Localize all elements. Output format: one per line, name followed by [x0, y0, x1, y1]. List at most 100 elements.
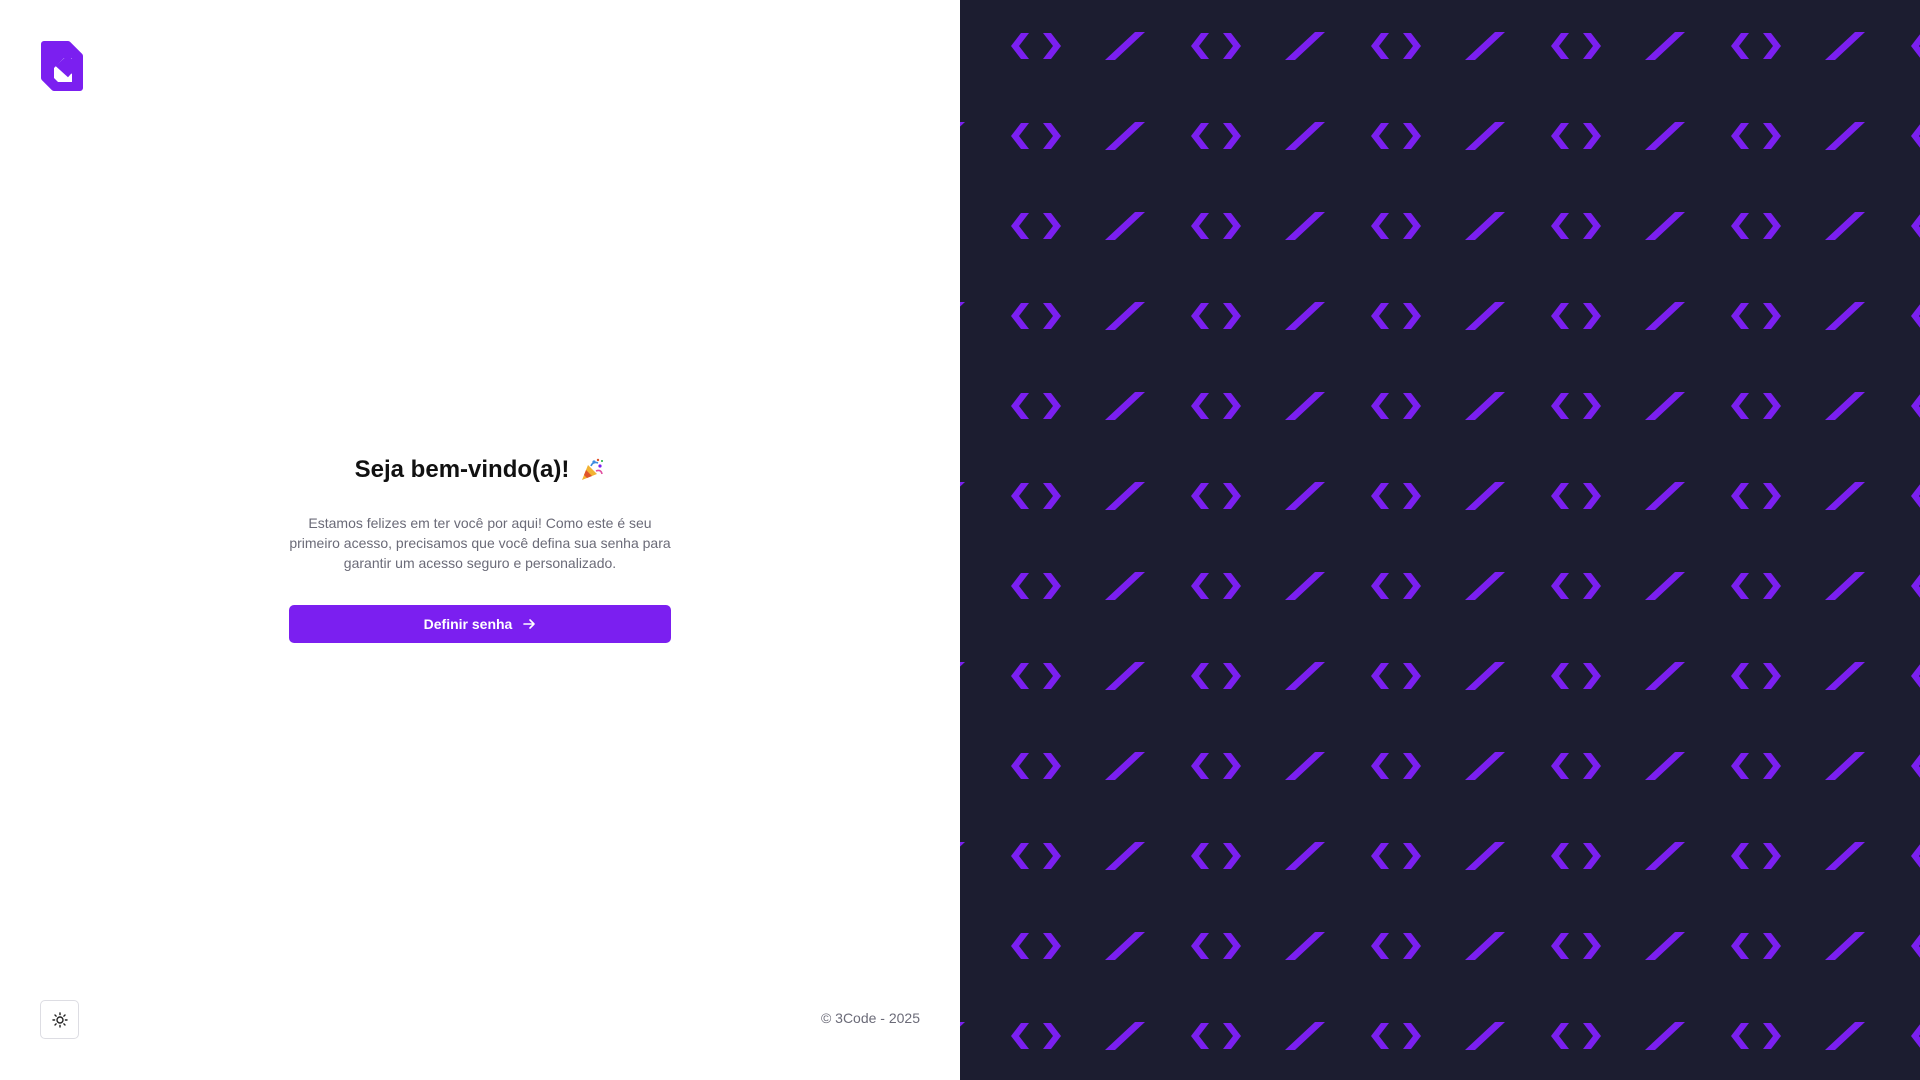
- code-brackets-icon: [1911, 123, 1920, 149]
- code-brackets-icon: [1911, 753, 1920, 779]
- code-brackets-icon: [1371, 933, 1421, 959]
- code-brackets-icon: [1731, 393, 1781, 419]
- slash-icon: [1105, 482, 1145, 510]
- slash-icon: [1645, 122, 1685, 150]
- decorative-pattern-panel: [960, 0, 1920, 1080]
- slash-icon: [960, 1022, 965, 1050]
- code-brackets-icon: [1011, 123, 1061, 149]
- code-brackets-icon: [1551, 663, 1601, 689]
- code-brackets-icon: [1731, 123, 1781, 149]
- code-brackets-icon: [1551, 843, 1601, 869]
- slash-icon: [1645, 32, 1685, 60]
- pattern-shapes: [960, 32, 1920, 1050]
- slash-icon: [1105, 662, 1145, 690]
- code-brackets-icon: [1191, 393, 1241, 419]
- slash-icon: [1825, 482, 1865, 510]
- code-brackets-icon: [1011, 483, 1061, 509]
- slash-icon: [1465, 842, 1505, 870]
- code-brackets-icon: [1911, 1023, 1920, 1049]
- slash-icon: [1825, 842, 1865, 870]
- slash-icon: [1645, 572, 1685, 600]
- slash-icon: [1645, 932, 1685, 960]
- code-brackets-icon: [1371, 213, 1421, 239]
- slash-icon: [1285, 122, 1325, 150]
- theme-toggle-button[interactable]: [40, 1000, 79, 1039]
- slash-icon: [1465, 32, 1505, 60]
- slash-icon: [1285, 482, 1325, 510]
- code-brackets-icon: [1011, 393, 1061, 419]
- slash-icon: [1825, 572, 1865, 600]
- code-brackets-icon: [1371, 123, 1421, 149]
- slash-icon: [1825, 752, 1865, 780]
- slash-icon: [1465, 662, 1505, 690]
- party-popper-icon: [582, 458, 604, 480]
- slash-icon: [1285, 662, 1325, 690]
- slash-icon: [1105, 752, 1145, 780]
- slash-icon: [1465, 302, 1505, 330]
- code-brackets-icon: [1551, 393, 1601, 419]
- slash-icon: [1825, 212, 1865, 240]
- slash-icon: [1105, 32, 1145, 60]
- slash-icon: [1645, 752, 1685, 780]
- slash-icon: [1645, 212, 1685, 240]
- slash-icon: [960, 122, 965, 150]
- code-brackets-icon: [1731, 843, 1781, 869]
- slash-icon: [1645, 842, 1685, 870]
- slash-icon: [1285, 302, 1325, 330]
- code-brackets-icon: [1011, 303, 1061, 329]
- code-brackets-icon: [1011, 1023, 1061, 1049]
- code-brackets-icon: [1191, 1023, 1241, 1049]
- code-brackets-icon: [1551, 123, 1601, 149]
- slash-icon: [1285, 932, 1325, 960]
- 3code-logo-icon: [41, 41, 83, 91]
- code-brackets-icon: [1011, 33, 1061, 59]
- code-brackets-icon: [1191, 213, 1241, 239]
- code-brackets-icon: [1191, 33, 1241, 59]
- slash-icon: [1285, 32, 1325, 60]
- code-brackets-icon: [1551, 213, 1601, 239]
- code-brackets-icon: [1371, 393, 1421, 419]
- slash-icon: [960, 662, 965, 690]
- set-password-label: Definir senha: [423, 616, 513, 632]
- code-brackets-icon: [1731, 303, 1781, 329]
- slash-icon: [1285, 752, 1325, 780]
- code-brackets-icon: [1371, 1023, 1421, 1049]
- slash-icon: [1465, 932, 1505, 960]
- copyright-text: © 3Code - 2025: [820, 1010, 920, 1026]
- code-brackets-icon: [1731, 663, 1781, 689]
- slash-icon: [1645, 392, 1685, 420]
- welcome-title-row: Seja bem-vindo(a)!: [289, 452, 671, 488]
- slash-icon: [1285, 392, 1325, 420]
- code-brackets-icon: [1011, 843, 1061, 869]
- code-brackets-icon: [1191, 663, 1241, 689]
- slash-icon: [960, 482, 965, 510]
- slash-icon: [1105, 212, 1145, 240]
- page-title: Seja bem-vindo(a)!: [354, 456, 570, 483]
- code-brackets-icon: [1551, 483, 1601, 509]
- set-password-button[interactable]: Definir senha: [289, 605, 671, 643]
- slash-icon: [1825, 32, 1865, 60]
- code-brackets-icon: [1911, 303, 1920, 329]
- slash-icon: [1285, 842, 1325, 870]
- code-brackets-icon: [1371, 573, 1421, 599]
- code-brackets-icon: [1911, 33, 1920, 59]
- code-brackets-icon: [1551, 753, 1601, 779]
- code-brackets-icon: [1191, 123, 1241, 149]
- slash-icon: [1825, 1022, 1865, 1050]
- code-brackets-icon: [1371, 33, 1421, 59]
- code-brackets-icon: [1911, 483, 1920, 509]
- code-brackets-icon: [1371, 303, 1421, 329]
- code-brackets-icon: [1191, 843, 1241, 869]
- code-brackets-icon: [1371, 753, 1421, 779]
- slash-icon: [1465, 122, 1505, 150]
- code-brackets-icon: [1911, 843, 1920, 869]
- code-brackets-icon: [1911, 933, 1920, 959]
- slash-icon: [1465, 212, 1505, 240]
- code-brackets-icon: [1731, 483, 1781, 509]
- slash-icon: [1825, 932, 1865, 960]
- sun-icon: [51, 1011, 68, 1028]
- code-brackets-icon: [1551, 933, 1601, 959]
- slash-icon: [1825, 392, 1865, 420]
- code-brackets-icon: [1371, 483, 1421, 509]
- slash-icon: [1105, 842, 1145, 870]
